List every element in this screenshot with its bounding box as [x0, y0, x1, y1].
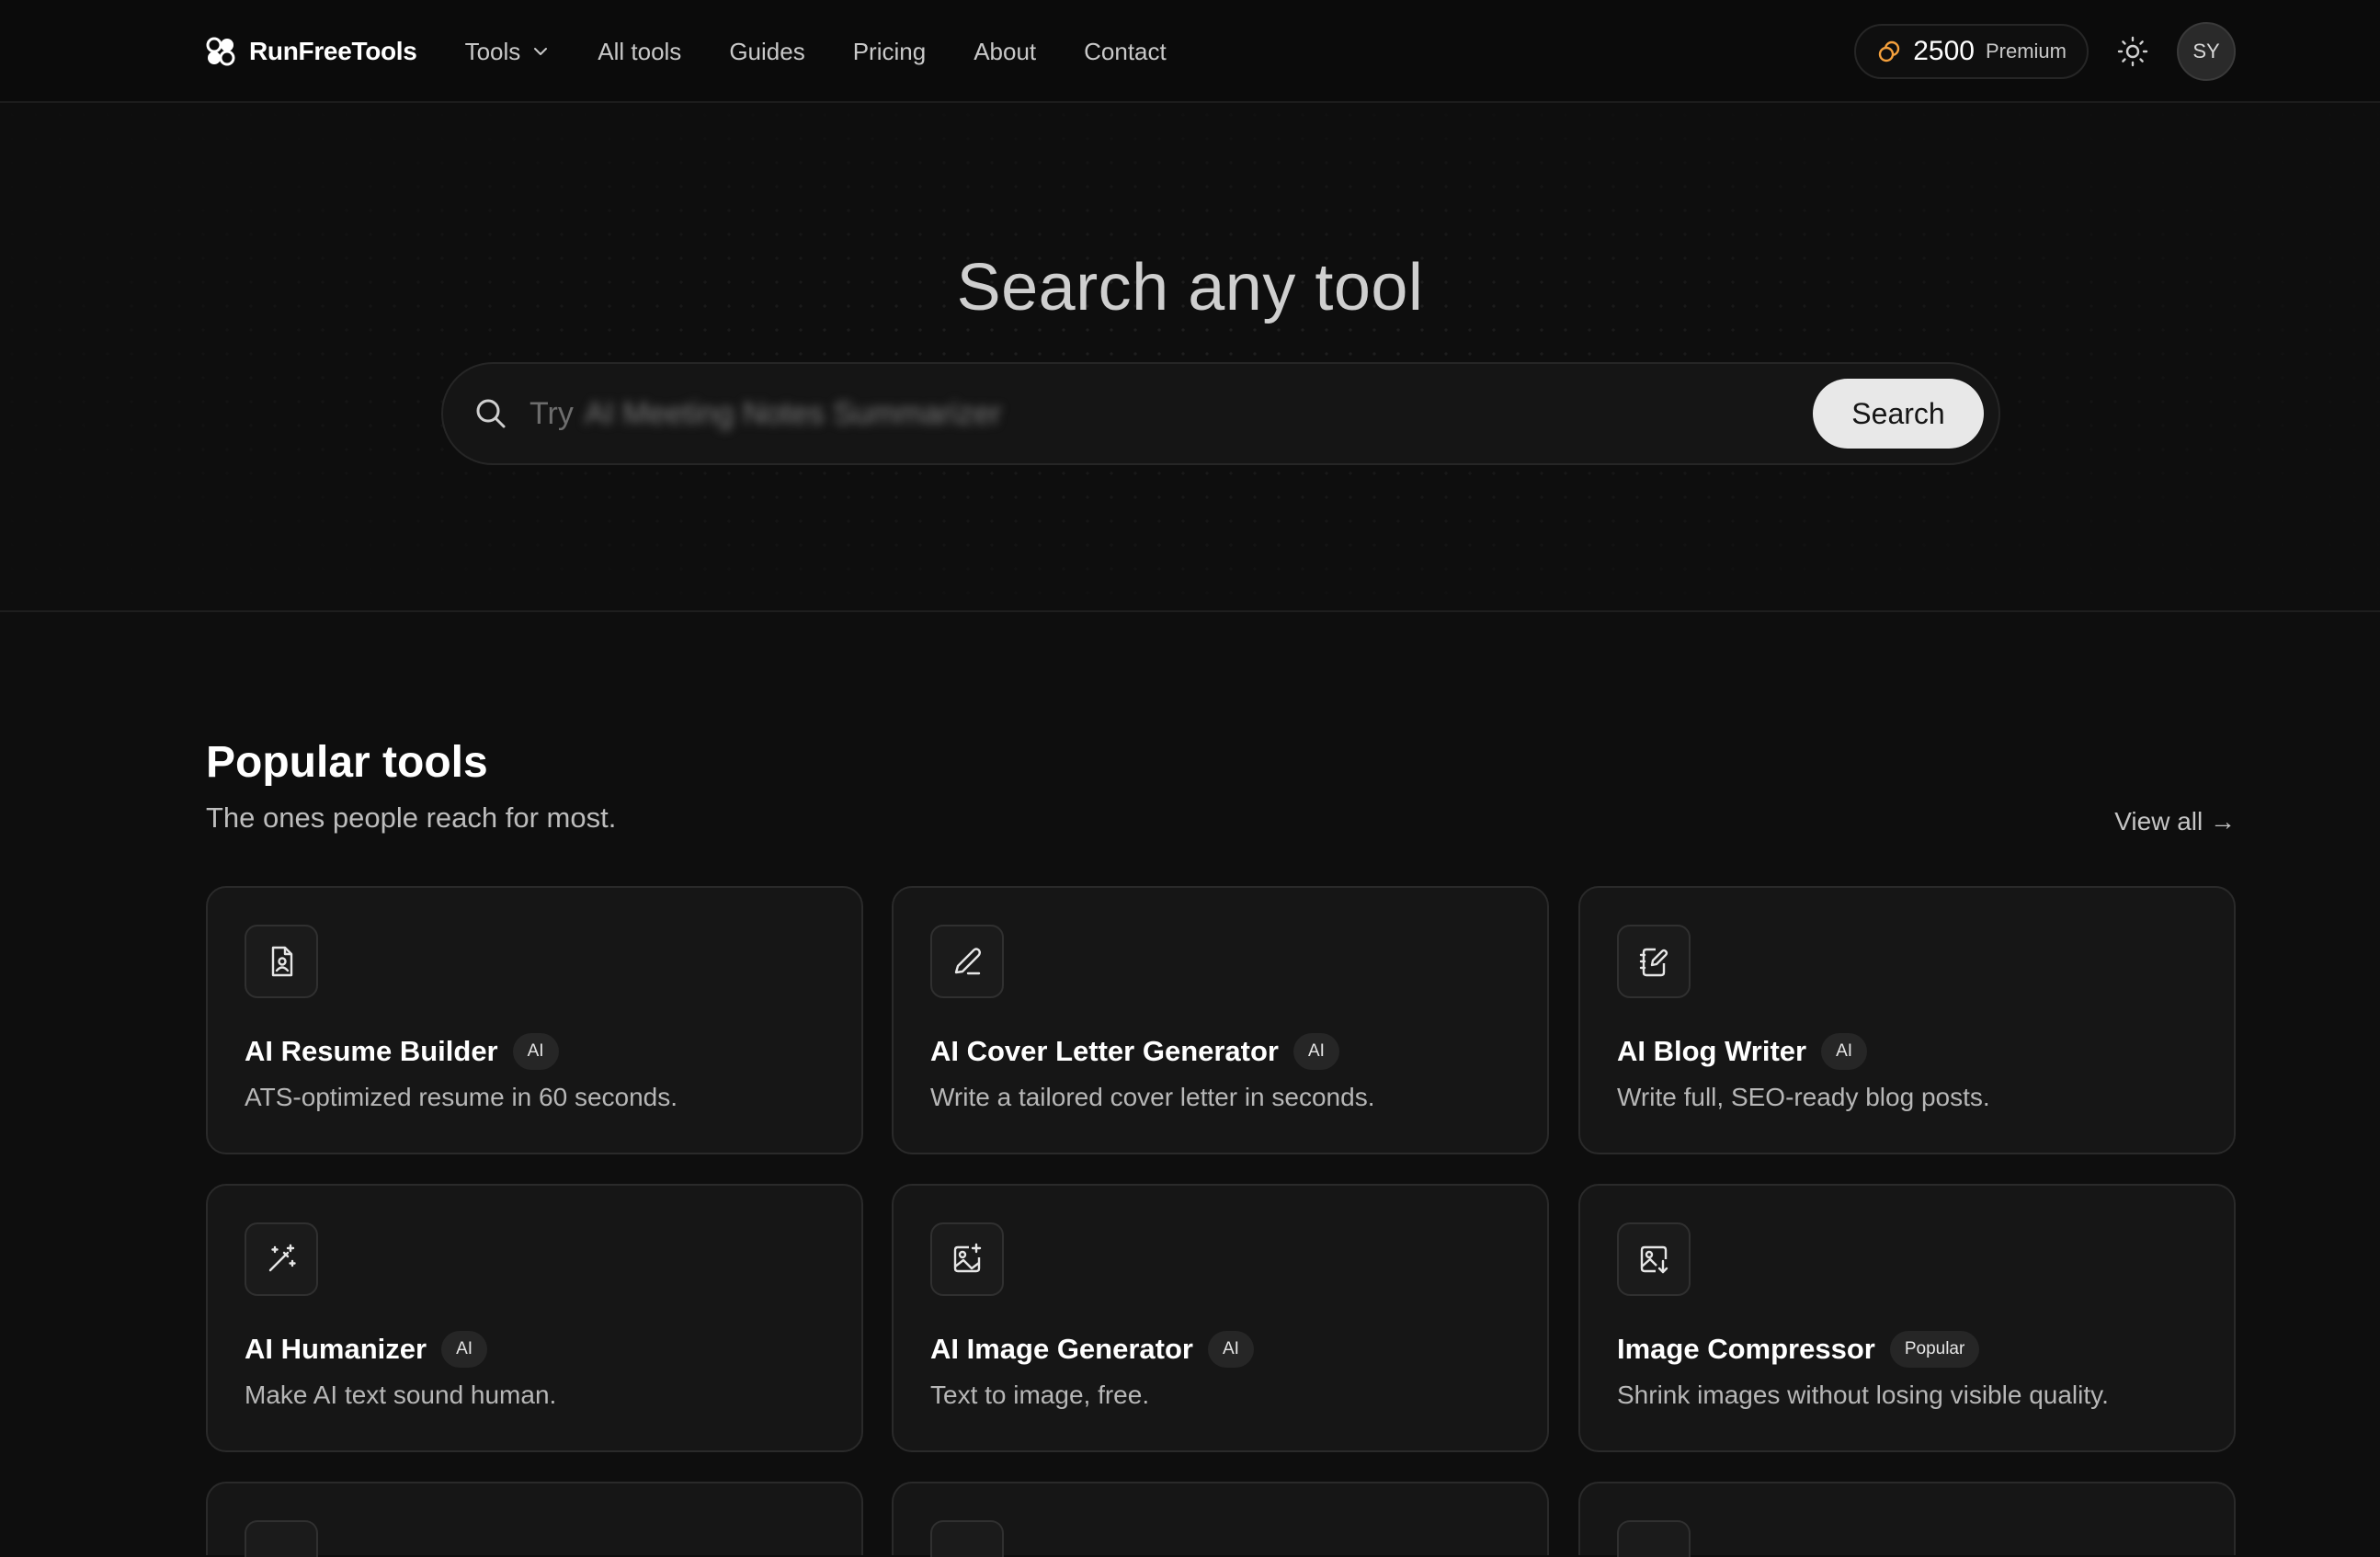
card-title: AI Resume Builder: [245, 1035, 498, 1067]
magic-wand-icon: [268, 1244, 296, 1272]
tool-card-ai-humanizer[interactable]: AI Humanizer AI Make AI text sound human…: [206, 1184, 863, 1452]
search-placeholder-hint: AI Meeting Notes Summarizer: [584, 395, 1002, 431]
hero-title: Search any tool: [956, 251, 1424, 324]
card-description: Make AI text sound human.: [245, 1381, 557, 1409]
pen-icon: [954, 948, 981, 975]
card-icon-box: [245, 1222, 318, 1296]
card-title: AI Humanizer: [245, 1333, 427, 1365]
card-icon-box: [1617, 1222, 1691, 1296]
card-icon-box: [1617, 1520, 1691, 1557]
coins-icon: [1879, 40, 1900, 63]
hero-background-fade: [0, 103, 2380, 610]
brand-link[interactable]: RunFreeTools: [205, 36, 417, 67]
section-title: Popular tools: [206, 738, 488, 787]
card-title: AI Blog Writer: [1617, 1035, 1807, 1067]
user-avatar[interactable]: SY: [2177, 22, 2236, 81]
card-title: AI Image Generator: [930, 1333, 1193, 1365]
nav-about[interactable]: About: [950, 38, 1060, 66]
card-icon-box: [245, 925, 318, 998]
sun-icon: [2117, 36, 2148, 67]
chevron-down-icon: [534, 48, 548, 55]
tool-card-partial[interactable]: [892, 1482, 1549, 1557]
ai-badge: AI: [441, 1331, 488, 1368]
tool-card-partial[interactable]: [206, 1482, 863, 1557]
popular-badge: Popular: [1889, 1331, 1980, 1368]
card-description: Write a tailored cover letter in seconds…: [930, 1083, 1375, 1111]
credits-count: 2500: [1913, 36, 1975, 66]
main-nav: Tools All tools Guides Pricing About Con…: [465, 38, 1190, 66]
card-icon-box: [930, 1222, 1004, 1296]
hero-section: Search any tool Try AI Meeting Notes Sum…: [0, 103, 2380, 612]
tool-card-ai-cover-letter-generator[interactable]: AI Cover Letter Generator AI Write a tai…: [892, 886, 1549, 1154]
ai-badge: AI: [1207, 1331, 1254, 1368]
image-plus-icon: [953, 1243, 982, 1273]
tool-card-ai-blog-writer[interactable]: AI Blog Writer AI Write full, SEO-ready …: [1578, 886, 2236, 1154]
tool-card-partial[interactable]: [1578, 1482, 2236, 1557]
brand-name: RunFreeTools: [249, 37, 417, 65]
card-description: Write full, SEO-ready blog posts.: [1617, 1083, 1990, 1111]
card-icon-box: [930, 1520, 1004, 1557]
notebook-pen-icon: [1639, 948, 1668, 977]
nav-contact[interactable]: Contact: [1060, 38, 1190, 66]
credits-badge[interactable]: 2500 Premium: [1854, 24, 2089, 79]
nav-all-tools[interactable]: All tools: [574, 38, 705, 66]
brand-logo-icon: [206, 37, 235, 66]
card-icon-box: [1617, 925, 1691, 998]
ai-badge: AI: [512, 1033, 559, 1070]
card-description: Shrink images without losing visible qua…: [1617, 1381, 2109, 1409]
theme-toggle-button[interactable]: [2114, 33, 2151, 70]
ai-badge: AI: [1293, 1033, 1339, 1070]
ai-badge: AI: [1821, 1033, 1868, 1070]
card-icon-box: [930, 925, 1004, 998]
view-all-link[interactable]: View all →: [2114, 807, 2236, 836]
card-title: Image Compressor: [1617, 1333, 1875, 1365]
search-input[interactable]: Try AI Meeting Notes Summarizer Search: [441, 362, 2000, 465]
section-subtitle: The ones people reach for most.: [206, 801, 617, 834]
search-icon: [476, 399, 506, 428]
tool-card-ai-image-generator[interactable]: AI Image Generator AI Text to image, fre…: [892, 1184, 1549, 1452]
card-description: ATS-optimized resume in 60 seconds.: [245, 1083, 678, 1111]
image-down-icon: [1640, 1245, 1668, 1274]
tool-card-image-compressor[interactable]: Image Compressor Popular Shrink images w…: [1578, 1184, 2236, 1452]
nav-pricing[interactable]: Pricing: [829, 38, 950, 66]
card-icon-box: [245, 1520, 318, 1557]
top-navbar: RunFreeTools Tools All tools Guides Pric…: [0, 0, 2380, 103]
tool-card-ai-resume-builder[interactable]: AI Resume Builder AI ATS-optimized resum…: [206, 886, 863, 1154]
nav-guides[interactable]: Guides: [705, 38, 828, 66]
popular-tools-section: Popular tools The ones people reach for …: [206, 612, 2236, 1557]
nav-tools-label: Tools: [464, 37, 521, 65]
resume-icon: [271, 946, 293, 977]
card-title: AI Cover Letter Generator: [930, 1035, 1279, 1067]
card-description: Text to image, free.: [930, 1381, 1150, 1409]
nav-tools-dropdown[interactable]: Tools: [465, 38, 575, 66]
search-button[interactable]: Search: [1813, 379, 1984, 449]
search-placeholder-prefix: Try: [530, 395, 574, 431]
plan-label: Premium: [1985, 40, 2067, 63]
